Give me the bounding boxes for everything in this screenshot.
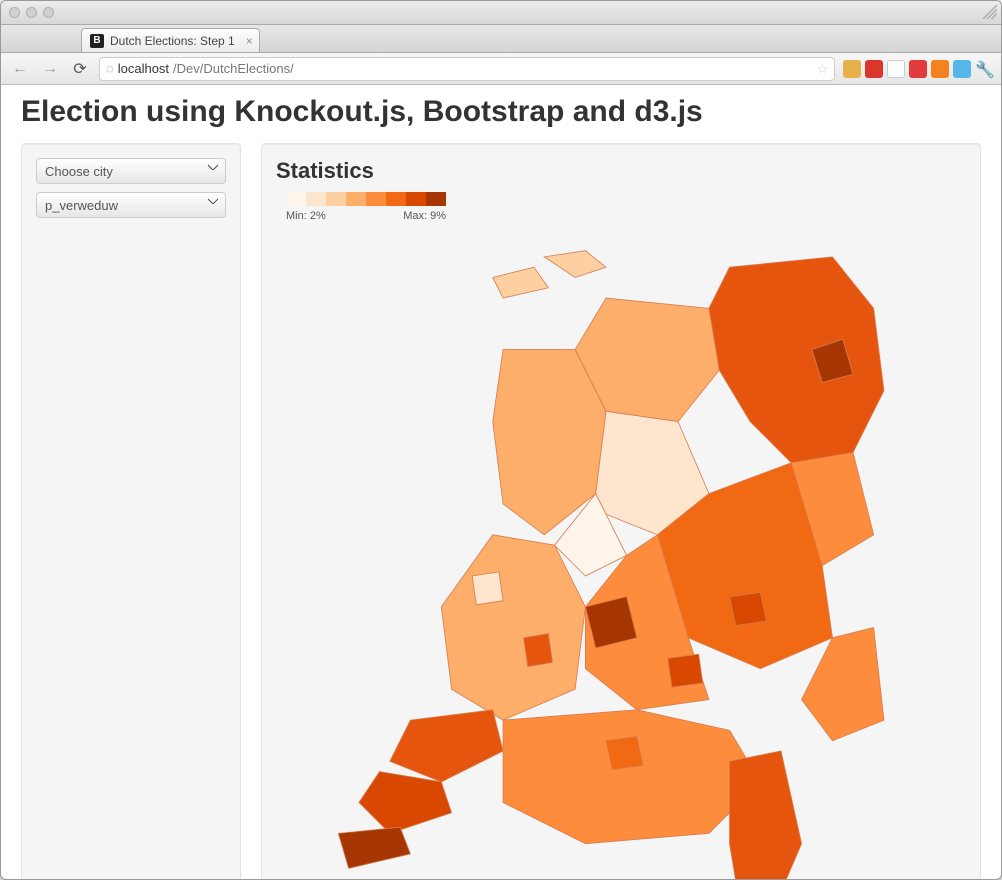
- tab-strip: B Dutch Elections: Step 1 ×: [1, 25, 1001, 53]
- tab-favicon-icon: B: [90, 34, 104, 48]
- legend-swatch: [286, 192, 306, 206]
- choropleth-map: [276, 226, 966, 879]
- legend-swatch: [406, 192, 426, 206]
- address-bar[interactable]: ◌ localhost/Dev/DutchElections/ ☆: [99, 57, 835, 81]
- extension-icon[interactable]: [843, 60, 861, 78]
- zoom-window-icon[interactable]: [43, 7, 54, 18]
- extension-icon[interactable]: [887, 60, 905, 78]
- extension-icon[interactable]: [909, 60, 927, 78]
- extension-icon[interactable]: [931, 60, 949, 78]
- statistics-heading: Statistics: [276, 158, 966, 184]
- reload-button[interactable]: ⟳: [69, 58, 91, 80]
- legend-swatch: [326, 192, 346, 206]
- url-host: localhost: [118, 61, 169, 76]
- forward-button: →: [39, 58, 61, 80]
- extension-icon[interactable]: [865, 60, 883, 78]
- close-window-icon[interactable]: [9, 7, 20, 18]
- legend-max-label: Max: 9%: [403, 210, 446, 222]
- sidebar-panel: Choose city p_verweduw: [21, 143, 241, 879]
- tab-title: Dutch Elections: Step 1: [110, 34, 235, 48]
- legend-swatches: [286, 192, 966, 206]
- back-button[interactable]: ←: [9, 58, 31, 80]
- window-titlebar: [1, 1, 1001, 25]
- browser-window: B Dutch Elections: Step 1 × ← → ⟳ ◌ loca…: [0, 0, 1002, 880]
- page-title: Election using Knockout.js, Bootstrap an…: [21, 95, 981, 129]
- color-legend: Min: 2% Max: 9%: [286, 192, 966, 222]
- url-path: /Dev/DutchElections/: [173, 61, 294, 76]
- city-select[interactable]: Choose city: [36, 158, 226, 184]
- legend-swatch: [426, 192, 446, 206]
- browser-toolbar: ← → ⟳ ◌ localhost/Dev/DutchElections/ ☆ …: [1, 53, 1001, 85]
- legend-swatch: [306, 192, 326, 206]
- minimize-window-icon[interactable]: [26, 7, 37, 18]
- star-icon[interactable]: ☆: [816, 61, 828, 77]
- browser-tab[interactable]: B Dutch Elections: Step 1 ×: [81, 28, 260, 52]
- resize-handle-icon[interactable]: [983, 5, 997, 19]
- page-content: Election using Knockout.js, Bootstrap an…: [1, 85, 1001, 879]
- metric-select[interactable]: p_verweduw: [36, 192, 226, 218]
- legend-swatch: [386, 192, 406, 206]
- legend-min-label: Min: 2%: [286, 210, 326, 222]
- close-tab-icon[interactable]: ×: [246, 34, 253, 48]
- netherlands-map-svg: [276, 226, 936, 879]
- legend-swatch: [366, 192, 386, 206]
- globe-icon: ◌: [106, 61, 114, 76]
- extension-icons: 🔧: [843, 60, 993, 78]
- legend-swatch: [346, 192, 366, 206]
- wrench-icon[interactable]: 🔧: [975, 60, 993, 78]
- statistics-panel: Statistics Min: 2% Max: 9%: [261, 143, 981, 879]
- traffic-lights: [9, 7, 54, 18]
- extension-icon[interactable]: [953, 60, 971, 78]
